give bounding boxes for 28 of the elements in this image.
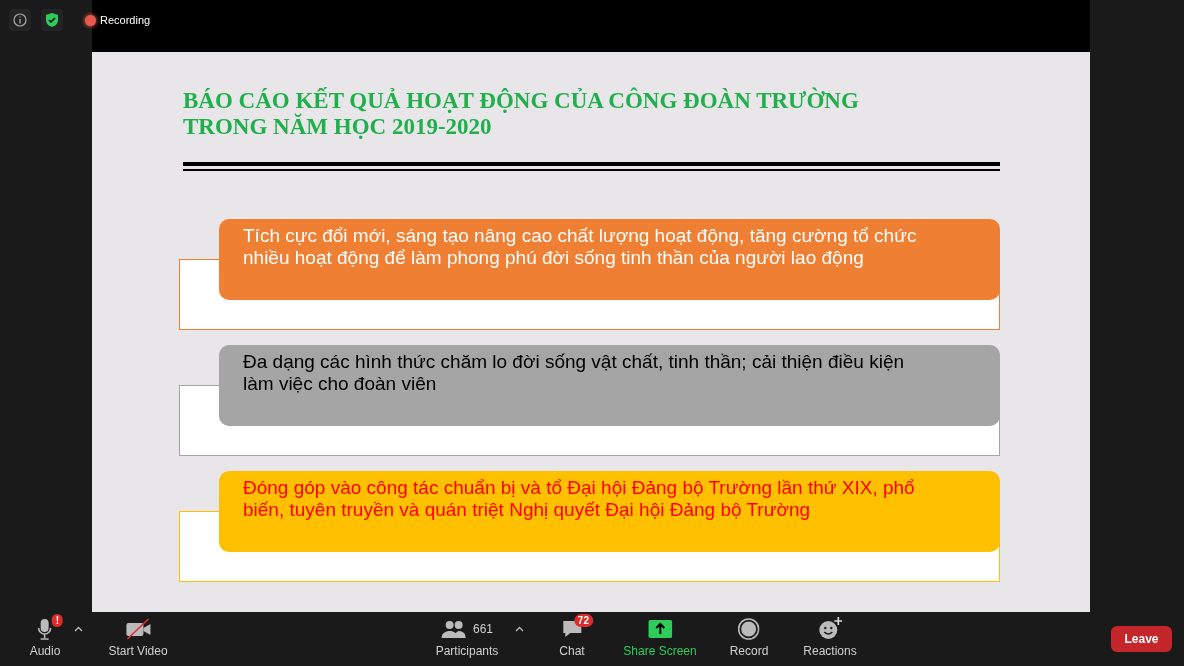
card-text: Tích cực đổi mới, sáng tạo nâng cao chất lượng hoạt động, tăng cường tổ chức nhiều hoạt động để làm phong phú đời sống tinh thần của người lao động xyxy=(243,225,918,269)
camera-off-icon xyxy=(124,618,152,640)
shield-icon[interactable] xyxy=(41,9,63,31)
recording-label: Recording xyxy=(100,14,151,26)
microphone-icon xyxy=(37,618,53,640)
participants-button[interactable]: 661 Participants xyxy=(423,612,511,658)
record-icon xyxy=(738,618,760,640)
share-button[interactable]: Share Screen xyxy=(611,612,709,658)
share-screen-icon xyxy=(648,620,672,638)
card-text: Đóng góp vào công tác chuẩn bị và tổ Đại hội Đảng bộ Trường lần thứ XIX, phổ biến, tuyên truyền và quán triệt Nghị quyết Đại hội Đảng bộ Trường xyxy=(243,477,916,521)
leave-button[interactable]: Leave xyxy=(1111,626,1172,652)
recording-dot-icon xyxy=(85,14,96,26)
notification-badge: ! xyxy=(51,614,63,627)
audio-button[interactable]: ! Audio xyxy=(17,612,73,658)
slide-title: BÁO CÁO KẾT QUẢ HOẠT ĐỘNG CỦA CÔNG ĐOÀN TRƯỜNG xyxy=(183,88,860,113)
card-text: Đa dạng các hình thức chăm lo đời sống vật chất, tinh thần; cải thiện điều kiện làm việc cho đoàn viên xyxy=(243,351,906,395)
record-button[interactable]: Record xyxy=(717,612,781,658)
participant-count: 661 xyxy=(473,622,493,636)
caret-icon[interactable] xyxy=(74,626,83,632)
smiley-plus-icon xyxy=(818,617,842,641)
chat-button[interactable]: 72 Chat xyxy=(547,612,597,658)
slide-title: TRONG NĂM HỌC 2019-2020 xyxy=(183,114,493,140)
notification-badge: 72 xyxy=(573,614,593,627)
info-icon[interactable] xyxy=(9,9,31,31)
people-icon xyxy=(441,619,467,639)
caret-icon[interactable] xyxy=(515,626,524,632)
video-button[interactable]: Start Video xyxy=(96,612,180,658)
reactions-button[interactable]: Reactions xyxy=(791,612,869,658)
